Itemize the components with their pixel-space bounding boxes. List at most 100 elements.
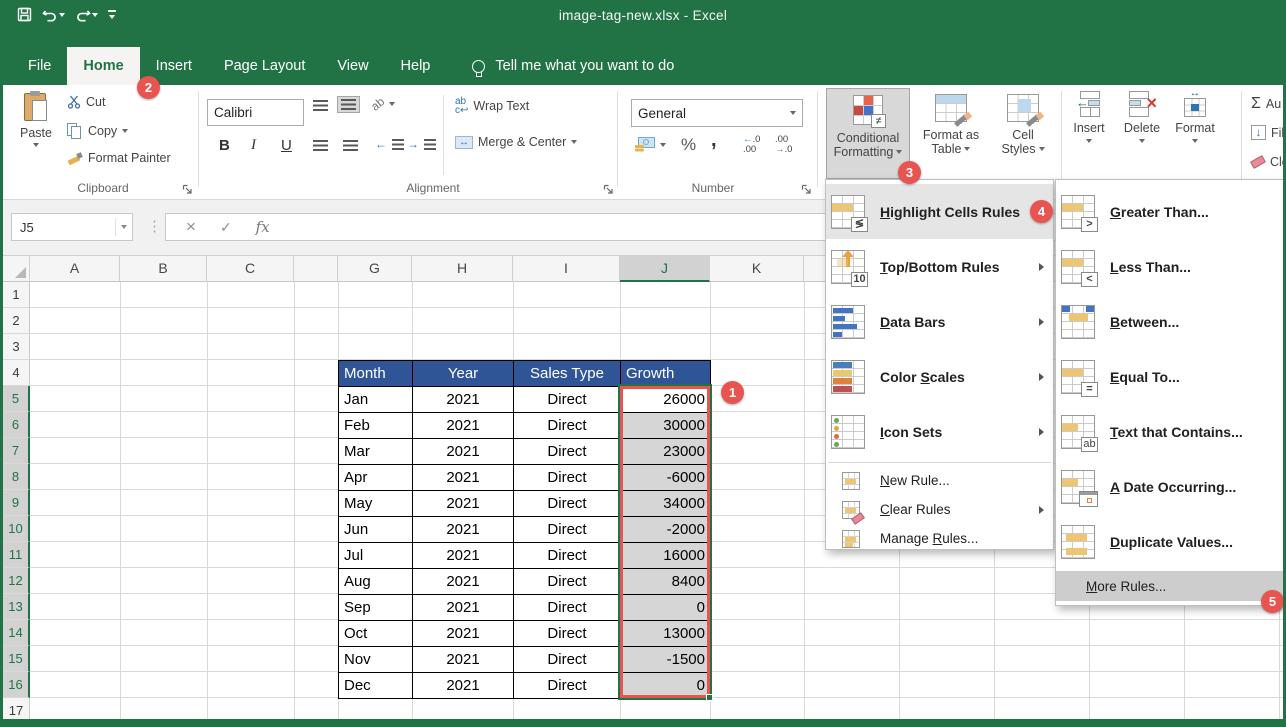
wrap-text-button[interactable]: abc↩ Wrap Text — [455, 97, 529, 115]
table-cell[interactable]: Direct — [513, 490, 621, 517]
menu-item-manage-rules[interactable]: Manage Rules... — [826, 524, 1053, 553]
row-header-11[interactable]: 11 — [3, 542, 30, 568]
table-cell[interactable]: Jan — [338, 386, 413, 413]
number-launcher[interactable] — [801, 184, 813, 196]
table-cell[interactable]: Jul — [338, 542, 413, 569]
column-header[interactable] — [294, 256, 338, 282]
insert-function-icon[interactable]: fx — [256, 218, 270, 236]
menu-item-duplicate-values[interactable]: Duplicate Values... — [1056, 514, 1285, 569]
table-cell[interactable]: 2021 — [412, 490, 514, 517]
orientation-button[interactable]: ab — [371, 97, 395, 111]
alignment-launcher[interactable] — [603, 184, 615, 196]
tell-me-box[interactable]: Tell me what you want to do — [472, 47, 674, 85]
table-cell[interactable]: Dec — [338, 672, 413, 699]
row-header-5[interactable]: 5 — [3, 386, 30, 412]
align-right-button[interactable] — [339, 137, 362, 154]
delete-cells-button[interactable]: × Delete — [1117, 91, 1167, 143]
menu-item-top-bottom-rules[interactable]: 10Top/Bottom Rules — [826, 239, 1053, 294]
fill-handle[interactable] — [706, 694, 713, 701]
row-header-2[interactable]: 2 — [3, 308, 30, 334]
accounting-format-button[interactable] — [635, 137, 666, 152]
percent-style-button[interactable]: % — [681, 135, 696, 155]
menu-item-clear-rules[interactable]: Clear Rules — [826, 495, 1053, 524]
row-header-4[interactable]: 4 — [3, 360, 30, 386]
column-header-b[interactable]: B — [120, 256, 207, 282]
table-cell[interactable]: -2000 — [620, 516, 711, 543]
conditional-formatting-button[interactable]: ≠ Conditional Formatting — [826, 88, 910, 179]
table-cell[interactable]: 2021 — [412, 412, 514, 439]
table-cell[interactable]: 13000 — [620, 620, 711, 647]
row-header-12[interactable]: 12 — [3, 568, 30, 594]
row-header-3[interactable]: 3 — [3, 334, 30, 360]
menu-item-between[interactable]: Between... — [1056, 294, 1285, 349]
row-header-16[interactable]: 16 — [3, 672, 30, 698]
table-cell[interactable]: Direct — [513, 542, 621, 569]
tab-help[interactable]: Help — [385, 47, 447, 85]
italic-button[interactable]: I — [251, 137, 256, 154]
table-header-month[interactable]: Month — [338, 360, 413, 387]
formula-bar-drag-handle[interactable]: ⋮ — [147, 217, 162, 235]
table-cell[interactable]: Direct — [513, 646, 621, 673]
table-cell[interactable]: Direct — [513, 412, 621, 439]
copy-button[interactable]: Copy — [67, 123, 128, 139]
table-cell[interactable]: Direct — [513, 620, 621, 647]
table-cell[interactable]: 16000 — [620, 542, 711, 569]
table-cell[interactable]: 2021 — [412, 516, 514, 543]
table-cell[interactable]: 26000 — [620, 386, 711, 413]
table-header-year[interactable]: Year — [412, 360, 514, 387]
select-all-corner[interactable] — [3, 256, 30, 282]
table-cell[interactable]: Sep — [338, 594, 413, 621]
table-cell[interactable]: 2021 — [412, 568, 514, 595]
row-header-1[interactable]: 1 — [3, 282, 30, 308]
menu-item-a-date-occurring[interactable]: A Date Occurring... — [1056, 459, 1285, 514]
cut-button[interactable]: Cut — [67, 95, 105, 109]
table-cell[interactable]: Feb — [338, 412, 413, 439]
table-cell[interactable]: Mar — [338, 438, 413, 465]
table-cell[interactable]: 30000 — [620, 412, 711, 439]
table-cell[interactable]: 2021 — [412, 438, 514, 465]
menu-item-more-rules[interactable]: More Rules... — [1056, 571, 1285, 601]
menu-item-less-than[interactable]: <Less Than... — [1056, 239, 1285, 294]
column-header-i[interactable]: I — [513, 256, 620, 282]
table-cell[interactable]: 2021 — [412, 620, 514, 647]
menu-item-color-scales[interactable]: Color Scales — [826, 349, 1053, 404]
table-cell[interactable]: Jun — [338, 516, 413, 543]
cell-styles-button[interactable]: Cell Styles — [991, 88, 1055, 156]
row-header-15[interactable]: 15 — [3, 646, 30, 672]
merge-center-button[interactable]: ↔ Merge & Center — [455, 135, 577, 149]
cancel-icon[interactable]: × — [186, 217, 196, 237]
insert-cells-button[interactable]: ← Insert — [1065, 91, 1113, 143]
table-cell[interactable]: 2021 — [412, 646, 514, 673]
table-cell[interactable]: 2021 — [412, 386, 514, 413]
fill-button[interactable]: ↓ Fill — [1251, 125, 1286, 140]
name-box-caret-icon[interactable] — [121, 225, 127, 229]
format-cells-button[interactable]: ↔ Format — [1169, 91, 1221, 143]
menu-item-highlight-cells-rules[interactable]: ≶Highlight Cells Rules — [826, 184, 1053, 239]
column-header-h[interactable]: H — [412, 256, 513, 282]
row-header-7[interactable]: 7 — [3, 438, 30, 464]
clear-button[interactable]: Cle — [1251, 155, 1286, 169]
column-header-g[interactable]: G — [338, 256, 412, 282]
row-header-9[interactable]: 9 — [3, 490, 30, 516]
table-cell[interactable]: Direct — [513, 672, 621, 699]
row-header-10[interactable]: 10 — [3, 516, 30, 542]
row-header-8[interactable]: 8 — [3, 464, 30, 490]
menu-item-equal-to[interactable]: =Equal To... — [1056, 349, 1285, 404]
table-cell[interactable]: Oct — [338, 620, 413, 647]
tab-page-layout[interactable]: Page Layout — [208, 47, 321, 85]
tab-home[interactable]: Home — [67, 47, 139, 85]
table-header-sales-type[interactable]: Sales Type — [513, 360, 621, 387]
table-cell[interactable]: 0 — [620, 672, 711, 699]
menu-item-greater-than[interactable]: >Greater Than... — [1056, 184, 1285, 239]
table-cell[interactable]: Direct — [513, 386, 621, 413]
row-header-17[interactable]: 17 — [3, 698, 30, 719]
column-header-j[interactable]: J — [620, 256, 710, 282]
table-cell[interactable]: 34000 — [620, 490, 711, 517]
format-painter-button[interactable]: Format Painter — [67, 151, 171, 165]
enter-icon[interactable]: ✓ — [220, 219, 232, 236]
column-header-k[interactable]: K — [710, 256, 804, 282]
comma-style-button[interactable]: , — [711, 129, 717, 152]
menu-item-text-that-contains[interactable]: abText that Contains... — [1056, 404, 1285, 459]
table-cell[interactable]: Direct — [513, 464, 621, 491]
table-cell[interactable]: Apr — [338, 464, 413, 491]
